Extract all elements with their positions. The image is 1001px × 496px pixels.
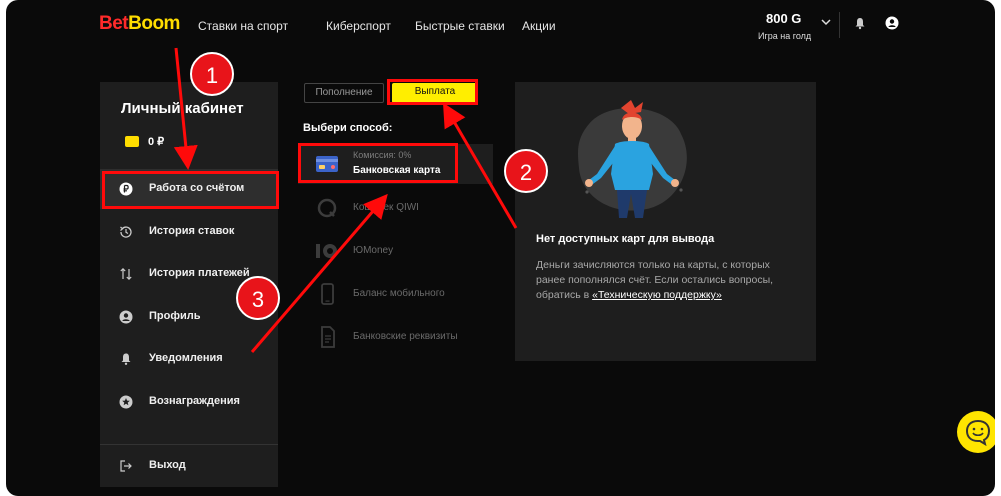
step-badge-2: 2 — [504, 149, 548, 193]
instruction-arrows — [173, 47, 518, 353]
arrow-to-account — [173, 47, 198, 170]
app-frame: BetBoom Ставки на спорт Киберспорт Быстр… — [6, 0, 995, 496]
arrow-to-bank-card — [250, 193, 388, 353]
step-badge-3: 3 — [236, 276, 280, 320]
step-badge-1: 1 — [190, 52, 234, 96]
